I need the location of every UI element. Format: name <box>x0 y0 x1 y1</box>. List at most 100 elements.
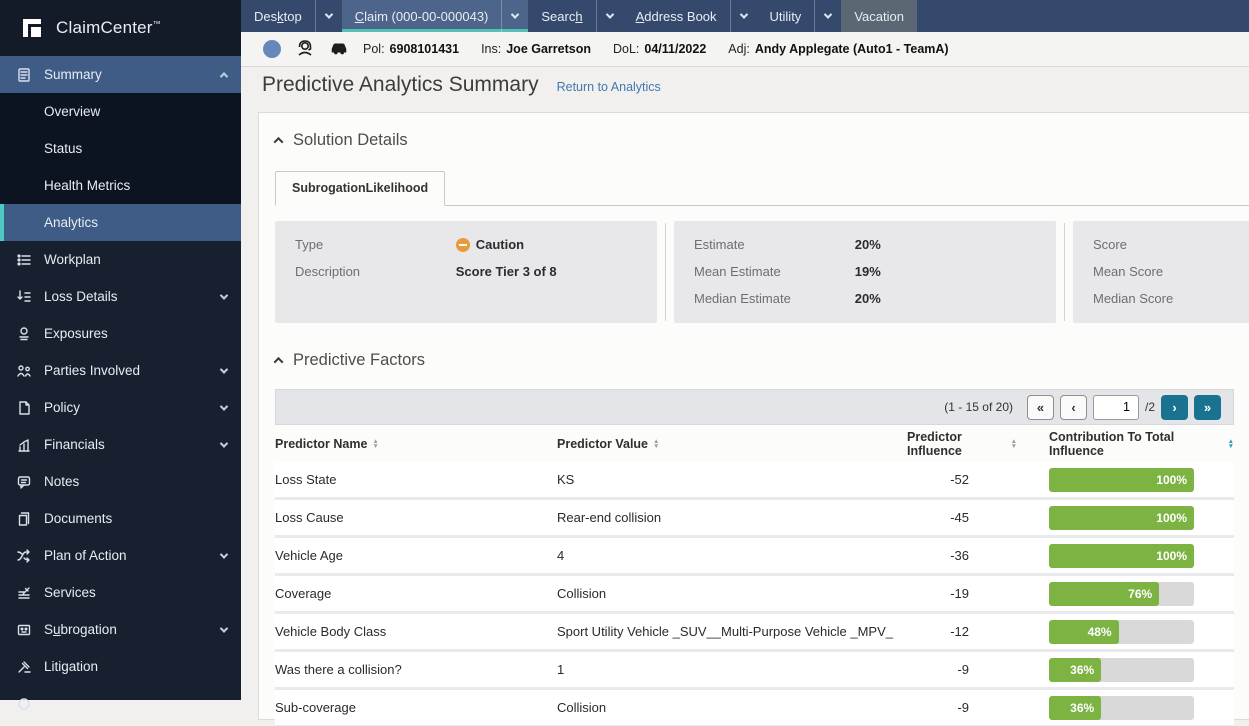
table-body: Loss State KS -52 100% Loss Cause Rear-e… <box>275 462 1234 726</box>
tab-utility-dropdown[interactable] <box>814 0 841 32</box>
vehicle-icon[interactable] <box>329 39 349 60</box>
page-number-input[interactable] <box>1093 395 1139 420</box>
col-predictor-influence[interactable]: Predictor Influence▲▼ <box>907 430 1017 458</box>
table-row[interactable]: Loss State KS -52 100% <box>275 462 1234 497</box>
solution-tabstrip: SubrogationLikelihood <box>275 171 1249 206</box>
date-of-loss-field: DoL:04/11/2022 <box>613 42 706 56</box>
plan-of-action-icon <box>16 548 32 564</box>
adjuster-headset-icon[interactable] <box>295 39 315 60</box>
tab-address-book-group: Address Book <box>623 0 757 32</box>
contribution-bar: 76% <box>1049 582 1194 606</box>
type-row: Type Caution <box>295 231 637 258</box>
tab-desktop[interactable]: Desktop <box>241 0 315 32</box>
chevron-down-icon <box>824 10 832 18</box>
tab-address-book[interactable]: Address Book <box>623 0 730 32</box>
workplan-icon <box>16 252 32 268</box>
tab-search[interactable]: Search <box>528 0 595 32</box>
next-page-button[interactable]: › <box>1161 395 1188 420</box>
contribution-bar: 48% <box>1049 620 1194 644</box>
predictive-factors-header[interactable]: Predictive Factors <box>275 347 1249 373</box>
table-row[interactable]: Was there a collision? 1 -9 36% <box>275 652 1234 687</box>
sidebar-item-subrogation[interactable]: Subrogation <box>0 611 241 648</box>
sidebar-item-workplan[interactable]: Workplan <box>0 241 241 278</box>
tab-address-book-dropdown[interactable] <box>730 0 757 32</box>
contribution-bar: 36% <box>1049 696 1194 720</box>
tab-search-dropdown[interactable] <box>596 0 623 32</box>
collapse-icon[interactable] <box>274 136 284 146</box>
tab-desktop-dropdown[interactable] <box>315 0 342 32</box>
sidebar-item-financials[interactable]: Financials <box>0 426 241 463</box>
sidebar-item-services[interactable]: Services <box>0 574 241 611</box>
solution-details-header[interactable]: Solution Details <box>275 127 1249 153</box>
sidebar-item-loss-details[interactable]: Loss Details <box>0 278 241 315</box>
tab-utility[interactable]: Utility <box>757 0 815 32</box>
trademark: ™ <box>153 19 161 28</box>
top-nav: Desktop Claim (000-00-000043) Search Add… <box>241 0 1249 32</box>
solution-cards: Type Caution Description Score Tier 3 of… <box>275 221 1249 323</box>
tab-vacation[interactable]: Vacation <box>841 0 917 32</box>
sidebar-item-policy[interactable]: Policy <box>0 389 241 426</box>
adjuster-field: Adj:Andy Applegate (Auto1 - TeamA) <box>728 42 948 56</box>
col-contribution[interactable]: Contribution To Total Influence▲▼ <box>1017 430 1234 458</box>
sidebar-item-notes[interactable]: Notes <box>0 463 241 500</box>
col-predictor-name[interactable]: Predictor Name▲▼ <box>275 437 557 451</box>
sidebar-item-documents[interactable]: Documents <box>0 500 241 537</box>
app-logo: ClaimCenter™ <box>0 0 241 56</box>
sidebar-item-health-metrics[interactable]: Health Metrics <box>0 167 241 204</box>
chevron-up-icon[interactable] <box>220 72 228 80</box>
table-row[interactable]: Vehicle Body Class Sport Utility Vehicle… <box>275 614 1234 649</box>
contribution-bar: 100% <box>1049 506 1194 530</box>
mean-estimate-value: 19% <box>855 264 881 279</box>
first-page-button[interactable]: « <box>1027 395 1054 420</box>
tab-claim-dropdown[interactable] <box>501 0 528 32</box>
exposures-icon <box>16 326 32 342</box>
chevron-down-icon <box>511 10 519 18</box>
tab-claim-group: Claim (000-00-000043) <box>342 0 529 32</box>
policy-icon <box>16 400 32 416</box>
policy-number-field: Pol:6908101431 <box>363 42 459 56</box>
chevron-down-icon[interactable] <box>220 402 228 410</box>
sidebar-item-status[interactable]: Status <box>0 130 241 167</box>
collapse-icon[interactable] <box>274 356 284 366</box>
sidebar-item-summary[interactable]: Summary <box>0 56 241 93</box>
estimate-value: 20% <box>855 237 881 252</box>
page-title: Predictive Analytics Summary <box>262 73 539 97</box>
estimate-card: Estimate20% Mean Estimate19% Median Esti… <box>674 221 1056 323</box>
chevron-down-icon[interactable] <box>220 439 228 447</box>
last-page-button[interactable]: » <box>1194 395 1221 420</box>
col-predictor-value[interactable]: Predictor Value▲▼ <box>557 437 907 451</box>
chevron-down-icon[interactable] <box>220 624 228 632</box>
claim-status-dot-icon[interactable] <box>263 40 281 58</box>
solution-details-title: Solution Details <box>293 131 408 150</box>
caution-icon <box>456 238 470 252</box>
summary-icon <box>16 67 32 83</box>
chevron-down-icon[interactable] <box>220 291 228 299</box>
sidebar-item-litigation[interactable]: Litigation <box>0 648 241 685</box>
table-row[interactable]: Coverage Collision -19 76% <box>275 576 1234 611</box>
subrogation-icon <box>16 622 32 638</box>
sidebar-item-exposures[interactable]: Exposures <box>0 315 241 352</box>
sidebar-item-analytics[interactable]: Analytics <box>0 204 241 241</box>
loss-details-icon <box>16 289 32 305</box>
prev-page-button[interactable]: ‹ <box>1060 395 1087 420</box>
pagination-bar: (1 - 15 of 20) « ‹ /2 › » <box>275 389 1234 425</box>
chevron-down-icon[interactable] <box>220 550 228 558</box>
contribution-bar: 100% <box>1049 544 1194 568</box>
contribution-bar: 36% <box>1049 658 1194 682</box>
chevron-down-icon[interactable] <box>220 365 228 373</box>
chevron-down-icon <box>739 10 747 18</box>
tab-search-group: Search <box>528 0 622 32</box>
content-area: Solution Details SubrogationLikelihood T… <box>241 103 1249 700</box>
table-row[interactable]: Vehicle Age 4 -36 100% <box>275 538 1234 573</box>
return-to-analytics-link[interactable]: Return to Analytics <box>557 80 661 94</box>
tab-claim[interactable]: Claim (000-00-000043) <box>342 0 502 32</box>
tab-subrogation-likelihood[interactable]: SubrogationLikelihood <box>275 171 445 206</box>
sidebar-item-parties-involved[interactable]: Parties Involved <box>0 352 241 389</box>
table-row[interactable]: Sub-coverage Collision -9 36% <box>275 690 1234 725</box>
median-estimate-value: 20% <box>855 291 881 306</box>
sidebar-item-overview[interactable]: Overview <box>0 93 241 130</box>
sidebar-item-clipped[interactable] <box>0 685 241 722</box>
sidebar-item-plan-of-action[interactable]: Plan of Action <box>0 537 241 574</box>
table-row[interactable]: Loss Cause Rear-end collision -45 100% <box>275 500 1234 535</box>
services-icon <box>16 585 32 601</box>
